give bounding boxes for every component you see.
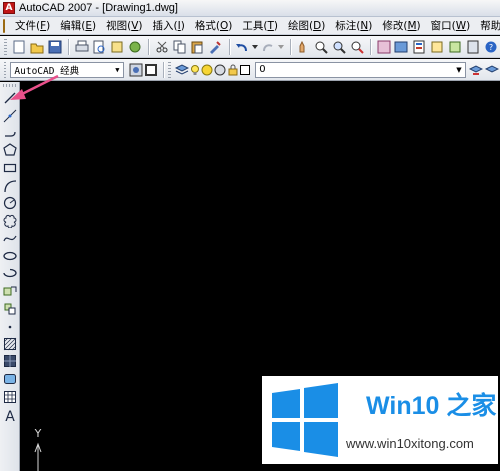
layer-color-swatch-icon[interactable] [240, 61, 251, 79]
new-file-icon[interactable] [11, 38, 28, 56]
ucs-y-label: Y [34, 427, 42, 440]
my-workspace-icon[interactable] [144, 61, 159, 79]
toolbar-separator [228, 38, 230, 55]
zoom-window-icon[interactable] [331, 38, 348, 56]
menu-dimension[interactable]: 标注(N) [330, 17, 377, 35]
layer-properties-manager-icon[interactable] [174, 61, 190, 79]
redo-icon[interactable] [260, 38, 277, 56]
circle-icon[interactable] [2, 195, 18, 211]
layer-lock-icon[interactable] [227, 61, 239, 79]
layer-on-icon[interactable] [190, 61, 200, 79]
svg-text:?: ? [488, 43, 492, 52]
layer-value: 0 [259, 64, 266, 75]
toolbar-grip[interactable] [4, 38, 7, 55]
point-icon[interactable] [2, 319, 18, 335]
autocad-logo-icon[interactable]: A [3, 2, 15, 14]
undo-icon[interactable] [234, 38, 251, 56]
menu-edit[interactable]: 编辑(E) [55, 17, 101, 35]
polygon-icon[interactable] [2, 142, 18, 158]
menu-insert[interactable]: 插入(I) [148, 17, 190, 35]
open-file-icon[interactable] [29, 38, 46, 56]
toolbar-separator [163, 61, 165, 78]
insert-block-icon[interactable] [2, 283, 18, 299]
markup-set-manager-icon[interactable] [446, 38, 463, 56]
pan-icon[interactable] [295, 38, 312, 56]
table-icon[interactable] [2, 389, 18, 405]
toolbar-separator [290, 38, 292, 55]
zoom-realtime-icon[interactable] [313, 38, 330, 56]
print-preview-icon[interactable] [91, 38, 108, 56]
document-menu-icon[interactable] [3, 18, 5, 33]
toolbar-separator [370, 38, 372, 55]
menu-window[interactable]: 窗口(W) [426, 17, 476, 35]
toolbar-separator [68, 38, 70, 55]
sheet-set-manager-icon[interactable] [429, 38, 446, 56]
ellipse-arc-icon[interactable] [2, 265, 18, 281]
windows-logo-icon [272, 383, 338, 457]
workspace-settings-icon[interactable] [128, 61, 143, 79]
print-icon[interactable] [73, 38, 90, 56]
toolbar-grip[interactable] [168, 61, 171, 78]
chevron-down-icon[interactable]: ▼ [111, 63, 123, 77]
quickcalc-icon[interactable] [464, 38, 481, 56]
title-bar: A AutoCAD 2007 - [Drawing1.dwg] [0, 0, 500, 17]
watermark: Win10 之家 www.win10xitong.com [262, 376, 498, 464]
menu-format[interactable]: 格式(O) [190, 17, 237, 35]
watermark-brand: Win10 之家 [366, 392, 497, 420]
properties-icon[interactable] [375, 38, 392, 56]
spline-icon[interactable] [2, 230, 18, 246]
multiline-text-icon[interactable]: A [2, 407, 18, 423]
layer-thaw-icon[interactable] [201, 61, 213, 79]
undo-dropdown-icon[interactable] [251, 38, 259, 56]
svg-text:A: A [5, 409, 15, 422]
toolbar-separator [148, 38, 150, 55]
menu-draw[interactable]: 绘图(D) [283, 17, 330, 35]
tool-palettes-icon[interactable] [411, 38, 428, 56]
ucs-icon: Y [34, 427, 42, 471]
save-icon[interactable] [46, 38, 63, 56]
layer-viewport-icon[interactable] [214, 61, 226, 79]
menu-modify[interactable]: 修改(M) [377, 17, 425, 35]
make-block-icon[interactable] [2, 301, 18, 317]
redo-dropdown-icon[interactable] [278, 38, 285, 56]
annotation-arrow-icon [10, 74, 59, 100]
ellipse-icon[interactable] [2, 248, 18, 264]
draw-toolbar: A [0, 82, 20, 471]
3d-dwf-icon[interactable] [127, 38, 144, 56]
menu-bar: 文件(F) 编辑(E) 视图(V) 插入(I) 格式(O) 工具(T) 绘图(D… [0, 17, 500, 35]
cut-icon[interactable] [153, 38, 170, 56]
polyline-icon[interactable] [2, 125, 18, 141]
help-icon[interactable]: ? [482, 38, 499, 56]
window-title: AutoCAD 2007 - [Drawing1.dwg] [19, 2, 178, 14]
menu-help[interactable]: 帮助(H) [475, 17, 500, 35]
chevron-down-icon[interactable]: ▼ [453, 63, 465, 77]
paste-icon[interactable] [189, 38, 206, 56]
hatch-icon[interactable] [2, 336, 18, 352]
match-properties-icon[interactable] [207, 38, 224, 56]
design-center-icon[interactable] [393, 38, 410, 56]
menu-view[interactable]: 视图(V) [101, 17, 147, 35]
workspace-layer-toolbar: AutoCAD 经典 ▼ 0 ▼ [0, 59, 500, 81]
arc-icon[interactable] [2, 178, 18, 194]
watermark-url: www.win10xitong.com [346, 436, 474, 451]
publish-icon[interactable] [109, 38, 126, 56]
construction-line-icon[interactable] [2, 108, 18, 124]
layer-select[interactable]: 0 ▼ [255, 61, 466, 78]
revision-cloud-icon[interactable] [2, 213, 18, 229]
menu-file[interactable]: 文件(F) [10, 17, 55, 35]
copy-icon[interactable] [171, 38, 188, 56]
make-object-layer-current-icon[interactable] [469, 61, 484, 79]
gradient-icon[interactable] [2, 353, 18, 369]
zoom-previous-icon[interactable] [348, 38, 365, 56]
menu-tools[interactable]: 工具(T) [237, 17, 283, 35]
layer-previous-icon[interactable] [484, 61, 500, 79]
region-icon[interactable] [2, 371, 18, 387]
standard-toolbar: ? [0, 36, 500, 58]
rectangle-icon[interactable] [2, 160, 18, 176]
